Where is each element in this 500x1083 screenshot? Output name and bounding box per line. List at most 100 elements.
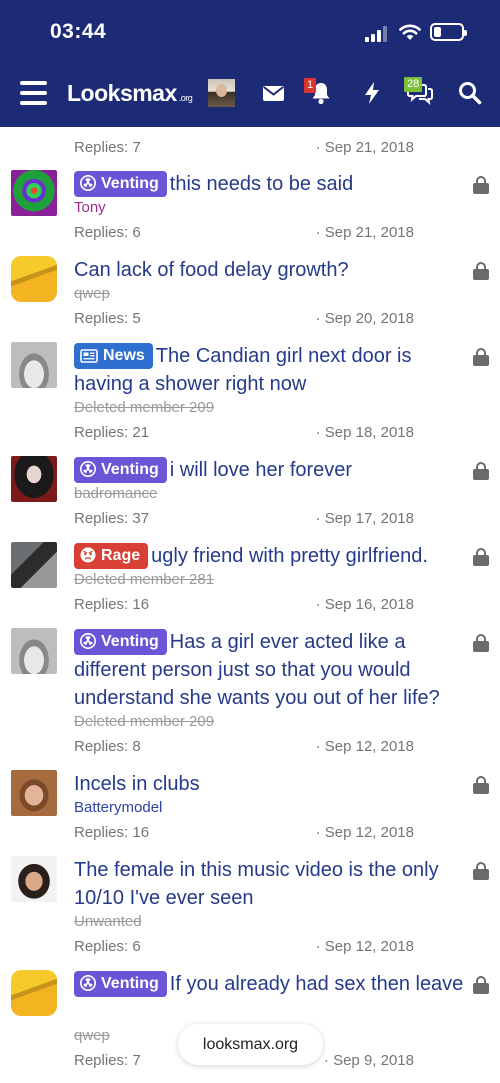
thread-replies: Replies: 7 <box>74 1052 141 1069</box>
thread-replies: Replies: 8 <box>74 738 141 755</box>
logo-domain: .org <box>178 93 193 103</box>
thread-date[interactable]: · Sep 21, 2018 <box>316 139 414 156</box>
user-avatar[interactable] <box>11 542 57 588</box>
thread-title[interactable]: Rage ugly friend with pretty girlfriend. <box>74 542 466 570</box>
thread-date[interactable]: · Sep 18, 2018 <box>316 424 414 441</box>
thread-title[interactable]: Venting Has a girl ever acted like a diff… <box>74 628 466 712</box>
domain-address-pill[interactable]: looksmax.org <box>178 1024 323 1065</box>
venting-prefix-badge[interactable]: Venting <box>74 971 167 997</box>
radiation-icon <box>80 975 96 991</box>
thread-author[interactable]: Deleted member 281 <box>74 571 214 588</box>
prefix-label: Venting <box>101 461 159 478</box>
list-item[interactable]: The female in this music video is the on… <box>0 854 500 962</box>
thread-author[interactable]: Unwanted <box>74 913 142 930</box>
lock-icon <box>473 176 489 194</box>
user-avatar[interactable] <box>11 342 57 388</box>
battery-level <box>434 27 441 37</box>
user-avatar[interactable] <box>11 456 57 502</box>
prefix-label: Rage <box>101 547 141 564</box>
thread-title[interactable]: Venting If you already had sex then leave <box>74 970 466 998</box>
logo-text: Looksmax <box>67 80 177 106</box>
user-avatar[interactable] <box>11 970 57 1016</box>
thread-date[interactable]: · Sep 12, 2018 <box>316 824 414 841</box>
thread-title[interactable]: Incels in clubs <box>74 770 466 798</box>
thread-replies: Replies: 16 <box>74 596 150 613</box>
status-time: 03:44 <box>50 20 107 43</box>
thread-date[interactable]: · Sep 17, 2018 <box>316 510 414 527</box>
envelope-icon[interactable] <box>261 80 287 106</box>
thread-replies: Replies: 7 <box>74 139 141 156</box>
lock-icon <box>473 776 489 794</box>
rage-prefix-badge[interactable]: Rage <box>74 543 149 569</box>
thread-replies: Replies: 5 <box>74 310 141 327</box>
list-item[interactable]: Can lack of food delay growth? qwep Repl… <box>0 254 500 334</box>
list-item[interactable]: News The Candian girl next door is having… <box>0 340 500 450</box>
site-logo[interactable]: Looksmax .org <box>67 80 193 107</box>
radiation-icon <box>80 461 96 477</box>
hamburger-menu-icon[interactable] <box>20 81 47 105</box>
newspaper-icon <box>80 349 98 363</box>
list-item[interactable]: Rage ugly friend with pretty girlfriend. … <box>0 540 500 620</box>
thread-date[interactable]: · Sep 12, 2018 <box>316 738 414 755</box>
lock-icon <box>473 348 489 366</box>
thread-author[interactable]: Deleted member 209 <box>74 713 214 730</box>
thread-title-text[interactable]: ugly friend with pretty girlfriend. <box>151 545 428 567</box>
list-item[interactable]: Venting this needs to be said Tony Replie… <box>0 168 500 248</box>
thread-title-text[interactable]: If you already had sex then leave <box>170 973 464 995</box>
thread-date[interactable]: · Sep 21, 2018 <box>316 224 414 241</box>
user-avatar[interactable] <box>11 770 57 816</box>
list-item[interactable]: Venting i will love her forever badromanc… <box>0 454 500 534</box>
thread-author[interactable]: qwep <box>74 285 110 302</box>
thread-title-text[interactable]: Incels in clubs <box>74 773 200 795</box>
thread-replies: Replies: 6 <box>74 938 141 955</box>
thread-author[interactable]: Deleted member 209 <box>74 399 214 416</box>
thread-replies: Replies: 6 <box>74 224 141 241</box>
prefix-label: Venting <box>101 633 159 650</box>
thread-title-text[interactable]: this needs to be said <box>170 173 353 195</box>
venting-prefix-badge[interactable]: Venting <box>74 629 167 655</box>
lock-icon <box>473 262 489 280</box>
thread-title-text[interactable]: The female in this music video is the on… <box>74 859 439 909</box>
thread-author[interactable]: badromance <box>74 485 157 502</box>
lock-icon <box>473 976 489 994</box>
thread-title-text[interactable]: Can lack of food delay growth? <box>74 259 349 281</box>
lock-icon <box>473 634 489 652</box>
thread-title[interactable]: The female in this music video is the on… <box>74 856 466 912</box>
lightning-icon[interactable] <box>359 80 385 106</box>
prefix-label: Venting <box>101 975 159 992</box>
thread-date[interactable]: · Sep 9, 2018 <box>324 1052 414 1069</box>
thread-date[interactable]: · Sep 16, 2018 <box>316 596 414 613</box>
wifi-icon <box>399 24 421 40</box>
user-avatar[interactable] <box>11 856 57 902</box>
thread-replies: Replies: 37 <box>74 510 150 527</box>
lock-icon <box>473 862 489 880</box>
lock-icon <box>473 548 489 566</box>
news-prefix-badge[interactable]: News <box>74 343 153 369</box>
radiation-icon <box>80 633 96 649</box>
thread-list: Rice Replies: 7 · Sep 21, 2018 Ventingth… <box>0 0 500 1083</box>
thread-title[interactable]: Venting this needs to be said <box>74 170 466 198</box>
thread-author[interactable]: Tony <box>74 199 106 216</box>
venting-prefix-badge[interactable]: Venting <box>74 171 167 197</box>
venting-prefix-badge[interactable]: Venting <box>74 457 167 483</box>
user-avatar[interactable] <box>11 170 57 216</box>
conversations-badge[interactable]: 28 <box>404 77 423 92</box>
thread-date[interactable]: · Sep 20, 2018 <box>316 310 414 327</box>
thread-title[interactable]: News The Candian girl next door is having… <box>74 342 466 398</box>
alerts-badge[interactable]: 1 <box>304 78 317 93</box>
thread-title[interactable]: Can lack of food delay growth? <box>74 256 466 284</box>
list-item[interactable]: Venting Has a girl ever acted like a diff… <box>0 626 500 764</box>
radiation-icon <box>80 175 96 191</box>
thread-date[interactable]: · Sep 12, 2018 <box>316 938 414 955</box>
cellular-signal-icon <box>365 26 391 42</box>
list-item[interactable]: Incels in clubs Batterymodel Replies: 16… <box>0 768 500 848</box>
thread-title-text[interactable]: i will love her forever <box>170 459 352 481</box>
user-avatar[interactable] <box>11 628 57 674</box>
account-avatar[interactable] <box>208 79 235 107</box>
thread-author[interactable]: qwep <box>74 1027 110 1044</box>
thread-title[interactable]: Venting i will love her forever <box>74 456 466 484</box>
battery-icon <box>430 23 467 41</box>
search-icon[interactable] <box>457 80 483 106</box>
user-avatar[interactable] <box>11 256 57 302</box>
thread-author[interactable]: Batterymodel <box>74 799 162 816</box>
